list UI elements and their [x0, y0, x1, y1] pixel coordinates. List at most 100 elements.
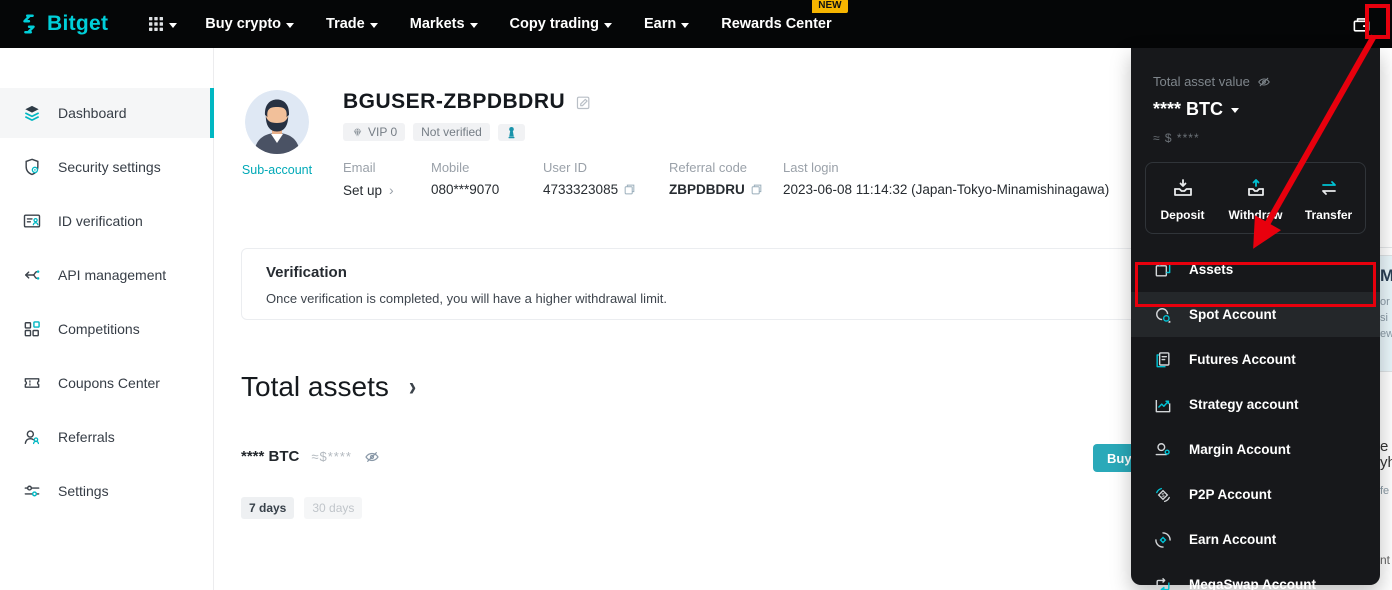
sidebar-item-label: Security settings	[58, 159, 161, 175]
sidebar-item-competitions[interactable]: Competitions	[0, 304, 213, 354]
text-fragment: si	[1380, 312, 1388, 324]
menu-label: Markets	[409, 16, 465, 32]
bitget-logo-icon	[18, 13, 40, 35]
menu-label: Copy trading	[509, 16, 599, 32]
panel-item-p2p-account[interactable]: $ P2P Account	[1131, 472, 1380, 517]
copy-icon[interactable]	[623, 183, 636, 196]
total-assets-heading[interactable]: Total assets ›	[241, 371, 416, 403]
text-fragment: or	[1380, 296, 1390, 308]
deposit-button[interactable]: Deposit	[1146, 176, 1219, 222]
svg-text:$: $	[1161, 492, 1164, 498]
withdraw-tray-icon	[1244, 176, 1268, 200]
sidebar-item-referrals[interactable]: Referrals	[0, 412, 213, 462]
total-asset-value-label: Total asset value	[1131, 74, 1380, 89]
text-fragment: M	[1380, 266, 1392, 285]
ticket-icon	[22, 373, 42, 393]
not-verified-badge: Not verified	[413, 123, 490, 141]
panel-item-strategy-account[interactable]: Strategy account	[1131, 382, 1380, 427]
panel-item-earn-account[interactable]: Earn Account	[1131, 517, 1380, 562]
top-navbar: Bitget Buy crypto Trade Markets Copy tra…	[0, 0, 1392, 48]
menu-buy-crypto[interactable]: Buy crypto	[205, 16, 295, 32]
chevron-down-icon	[603, 22, 612, 28]
p2p-diamond-icon: $	[1153, 485, 1173, 505]
sidebar-item-settings[interactable]: Settings	[0, 466, 213, 516]
menu-label: Trade	[326, 16, 365, 32]
grid-squares-icon	[22, 319, 42, 339]
total-assets-title: Total assets	[241, 371, 389, 402]
profile-section: Sub-account BGUSER-ZBPDBDRU VIP 0 Not ve…	[241, 90, 1109, 198]
avatar[interactable]	[245, 90, 309, 154]
menu-label: Buy crypto	[205, 16, 282, 32]
menu-copy-trading[interactable]: Copy trading	[510, 16, 612, 32]
verification-title: Verification	[266, 264, 347, 281]
verification-description: Once verification is completed, you will…	[266, 291, 668, 306]
menu-label: Earn	[643, 16, 677, 32]
withdraw-button[interactable]: Withdraw	[1219, 176, 1292, 222]
shield-icon	[22, 157, 42, 177]
field-email: Email Set up	[343, 160, 431, 198]
vip-badge: VIP 0	[343, 123, 406, 141]
panel-item-megaswap-account[interactable]: MegaSwap Account	[1131, 562, 1380, 590]
transfer-button[interactable]: Transfer	[1292, 176, 1365, 222]
menu-rewards-center[interactable]: Rewards Center NEW	[721, 0, 848, 32]
panel-account-list: Assets Spot Account Futures Account Stra…	[1131, 247, 1380, 590]
menu-earn[interactable]: Earn	[643, 16, 690, 32]
edit-icon[interactable]	[575, 94, 592, 111]
sidebar-item-dashboard[interactable]: Dashboard	[0, 88, 214, 138]
panel-item-margin-account[interactable]: Margin Account	[1131, 427, 1380, 472]
chevron-down-icon	[469, 22, 478, 28]
range-tabs: 7 days 30 days	[241, 497, 363, 519]
deposit-tray-icon	[1171, 176, 1195, 200]
apps-grid-icon	[148, 16, 164, 32]
sidebar-item-security-settings[interactable]: Security settings	[0, 142, 213, 192]
transfer-arrows-icon	[1317, 176, 1341, 200]
sidebar-item-label: Referrals	[58, 429, 115, 445]
bitget-logo[interactable]: Bitget	[18, 12, 108, 36]
text-fragment: fe	[1380, 485, 1390, 497]
menu-trade[interactable]: Trade	[326, 16, 378, 32]
asset-dropdown-panel: Total asset value **** BTC ≈ $ **** Depo…	[1131, 48, 1380, 590]
panel-item-assets[interactable]: Assets	[1131, 247, 1380, 292]
email-setup-link[interactable]: Set up	[343, 182, 431, 198]
sidebar-item-api-management[interactable]: API management	[0, 250, 213, 300]
panel-item-spot-account[interactable]: Spot Account	[1131, 292, 1380, 337]
apps-grid-button[interactable]	[148, 16, 178, 32]
sidebar-item-id-verification[interactable]: ID verification	[0, 196, 213, 246]
panel-btc-amount[interactable]: **** BTC	[1131, 99, 1380, 120]
tab-30-days[interactable]: 30 days	[304, 497, 363, 519]
field-user-id: User ID 4733323085	[543, 160, 669, 198]
api-branch-icon	[22, 265, 42, 285]
panel-actions: Deposit Withdraw Transfer	[1145, 162, 1366, 234]
sidebar-item-label: Coupons Center	[58, 375, 160, 391]
sidebar-item-coupons-center[interactable]: Coupons Center	[0, 358, 213, 408]
megaswap-arrows-icon	[1153, 575, 1173, 590]
tab-7-days[interactable]: 7 days	[241, 497, 295, 519]
chevron-down-icon	[1231, 108, 1240, 113]
profile-fields: Email Set up Mobile 080***9070 User ID 4…	[343, 160, 1109, 198]
referral-people-icon	[22, 427, 42, 447]
sidebar-item-label: API management	[58, 267, 167, 283]
panel-usd-amount: ≈ $ ****	[1153, 131, 1200, 145]
assets-wallet-icon	[1153, 260, 1173, 280]
pawn-badge[interactable]	[497, 123, 525, 141]
chevron-down-icon	[369, 22, 378, 28]
usd-amount-masked: ≈$****	[311, 449, 352, 464]
assets-wallet-button[interactable]	[1348, 11, 1374, 37]
wallet-icon	[1352, 15, 1371, 34]
copy-icon[interactable]	[750, 183, 763, 196]
sidebar-item-label: Competitions	[58, 321, 140, 337]
panel-item-futures-account[interactable]: Futures Account	[1131, 337, 1380, 382]
eye-off-icon[interactable]	[364, 449, 380, 465]
sidebar-item-label: Dashboard	[58, 105, 127, 121]
text-fragment: nt	[1380, 553, 1391, 567]
text-fragment: e	[1380, 438, 1389, 455]
field-referral-code: Referral code ZBPDBDRU	[669, 160, 783, 198]
verification-card: Verification Once verification is comple…	[241, 248, 1158, 320]
menu-markets[interactable]: Markets	[410, 16, 478, 32]
eye-off-icon[interactable]	[1257, 75, 1271, 89]
text-fragment: yh	[1380, 454, 1392, 471]
spot-circles-icon	[1153, 305, 1173, 325]
earn-cycle-icon	[1153, 530, 1173, 550]
btc-amount-masked: **** BTC	[241, 448, 300, 465]
sidebar-item-label: ID verification	[58, 213, 143, 229]
